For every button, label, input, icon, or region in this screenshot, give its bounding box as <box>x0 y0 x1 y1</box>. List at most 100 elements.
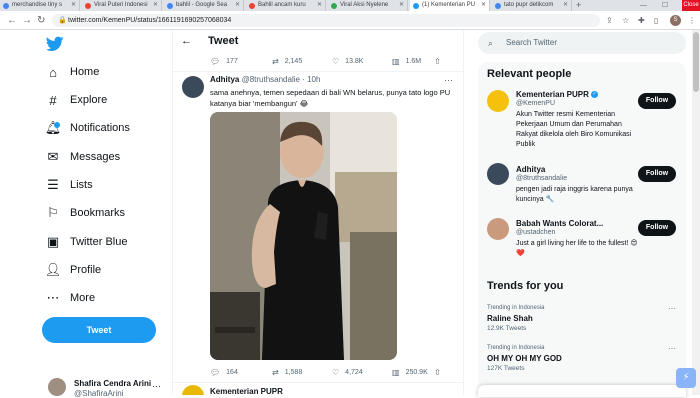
nav-label: Profile <box>70 264 102 276</box>
tab-close-icon[interactable]: ✕ <box>153 0 158 11</box>
follow-button[interactable]: Follow <box>638 93 676 109</box>
nav-home[interactable]: ⌂ Home <box>44 61 99 83</box>
forward-arrow-icon[interactable]: → <box>22 14 32 27</box>
nav-explore[interactable]: # Explore <box>44 89 107 111</box>
nav-more[interactable]: ⋯ More <box>44 287 96 309</box>
more-dots-icon[interactable]: ··· <box>668 304 676 313</box>
trend-name[interactable]: OH MY OH MY GOD <box>487 354 562 363</box>
trend-meta: Trending in Indonesia <box>487 345 545 351</box>
tab-favicon-icon <box>85 3 91 9</box>
tweet-photo[interactable] <box>210 112 397 360</box>
avatar[interactable] <box>182 385 204 395</box>
browser-tab[interactable]: Bahlil ancam kuru ✕ <box>246 0 326 11</box>
nav-notifications[interactable]: 🔔︎ Notifications <box>44 117 130 139</box>
like-button[interactable]: ♡ 4,724 <box>332 368 392 377</box>
person-bio: Akun Twitter resmi Kementerian Pekerjaan… <box>516 111 632 148</box>
maximize-icon[interactable]: ☐ <box>662 0 668 11</box>
reply-icon: 💬︎ <box>210 56 221 66</box>
nav-lists[interactable]: ☰ Lists <box>44 174 92 196</box>
avatar[interactable] <box>487 163 509 185</box>
person-handle: @8truthsandalie <box>516 175 568 182</box>
more-dots-icon[interactable]: ··· <box>152 381 161 391</box>
tab-close-icon[interactable]: ✕ <box>71 0 76 11</box>
back-arrow-icon[interactable]: ← <box>7 14 17 27</box>
lock-icon: 🔒 <box>58 17 67 24</box>
search-placeholder: Search Twitter <box>506 38 557 47</box>
person-name[interactable]: Kementerian PUPR ✓ <box>516 90 598 99</box>
tweet-author[interactable]: Adhitya @8truthsandalie · 10h <box>210 75 320 84</box>
nav-profile[interactable]: 👤︎ Profile <box>44 259 101 281</box>
sidebar-icon[interactable]: ▯ <box>654 15 658 26</box>
menu-kebab-icon[interactable]: ⋮ <box>688 15 696 26</box>
avatar[interactable] <box>487 218 509 240</box>
like-button[interactable]: ♡ 13.8K <box>332 57 392 66</box>
tab-close-icon[interactable]: ✕ <box>235 0 240 11</box>
views-button[interactable]: ▥ 1.6M <box>392 57 434 66</box>
star-icon[interactable]: ☆ <box>622 15 629 26</box>
retweet-button[interactable]: ⇄ 1,588 <box>272 368 332 377</box>
tab-close-icon[interactable]: ✕ <box>563 0 568 11</box>
window-close-button[interactable]: Close <box>682 0 700 11</box>
reply-button[interactable]: 💬︎ 177 <box>210 57 272 66</box>
scrollbar-thumb[interactable] <box>693 32 699 92</box>
floating-app-icon[interactable]: ⚡ <box>676 368 696 388</box>
tab-label: Bahlil ancam kuru <box>258 2 306 8</box>
search-input[interactable]: ⌕ Search Twitter <box>478 32 686 54</box>
nav-bookmarks[interactable]: ⚐ Bookmarks <box>44 202 125 224</box>
person-bio: pengen jadi raja inggris karena punya ku… <box>516 186 633 203</box>
heart-icon: ♡ <box>332 367 340 377</box>
person-name[interactable]: Adhitya <box>516 165 545 174</box>
share-icon[interactable]: ⇪ <box>606 15 613 26</box>
trend-count: 127K Tweets <box>487 365 525 372</box>
mail-icon: ✉ <box>47 149 59 164</box>
retweet-button[interactable]: ⇄ 2,145 <box>272 57 332 66</box>
nav-label: Home <box>70 66 100 78</box>
author-name: Adhitya <box>210 75 240 84</box>
browser-tab[interactable]: Viral Puteri Indonesi ✕ <box>82 0 162 11</box>
address-bar[interactable]: 🔒 twitter.com/KemenPU/status/16611916902… <box>52 14 600 27</box>
profile-avatar[interactable]: S <box>670 15 681 26</box>
minimize-icon[interactable]: — <box>640 0 647 11</box>
share-button[interactable]: ⇧ <box>434 368 447 377</box>
tab-close-icon[interactable]: ✕ <box>481 0 486 11</box>
views-count: 1.6M <box>405 57 422 65</box>
avatar[interactable] <box>487 90 509 112</box>
messages-drawer[interactable] <box>478 385 686 397</box>
share-button[interactable]: ⇧ <box>434 57 447 66</box>
left-sidebar: ⌂ Home # Explore 🔔︎ Notifications ✉ Messages… <box>0 30 172 398</box>
account-switcher[interactable]: Shafira Cendra Arini @ShafiraArini ··· <box>44 376 172 398</box>
follow-button[interactable]: Follow <box>638 166 676 182</box>
views-button[interactable]: ▥ 250.9K <box>392 368 434 377</box>
tweet-button[interactable]: Tweet <box>42 317 156 343</box>
browser-tab[interactable]: merchandise tiny s ✕ <box>0 0 80 11</box>
browser-tab-active[interactable]: (1) Kementerian PU ✕ <box>410 0 490 11</box>
page-title: Tweet <box>208 35 239 47</box>
like-count: 13.8K <box>345 57 364 65</box>
new-tab-icon[interactable]: + <box>576 0 581 11</box>
more-dots-icon[interactable]: ··· <box>444 75 453 85</box>
tab-close-icon[interactable]: ✕ <box>399 0 404 11</box>
reply-button[interactable]: 💬︎ 164 <box>210 368 272 377</box>
twitter-logo-icon[interactable] <box>45 36 64 52</box>
back-arrow-icon[interactable]: ← <box>181 35 192 47</box>
more-circle-icon: ⋯ <box>46 290 60 305</box>
browser-tab[interactable]: Viral Aksi Nyelene ✕ <box>328 0 408 11</box>
tab-close-icon[interactable]: ✕ <box>317 0 322 11</box>
avatar[interactable] <box>182 76 204 98</box>
nav-label: Messages <box>70 151 121 163</box>
retweet-count: 2,145 <box>284 57 303 65</box>
nav-twitter-blue[interactable]: ▣ Twitter Blue <box>44 231 128 253</box>
trend-meta: Trending in Indonesia <box>487 305 545 311</box>
reload-icon[interactable]: ↻ <box>37 14 45 27</box>
parent-tweet-actions: 💬︎ 177 ⇄ 2,145 ♡ 13.8K ▥ 1.6M ⇧ <box>210 54 447 68</box>
trend-name[interactable]: Raline Shah <box>487 314 533 323</box>
browser-tab[interactable]: bahlil - Google Sea ✕ <box>164 0 244 11</box>
next-tweet-author[interactable]: Kementerian PUPR <box>210 387 283 395</box>
notification-badge <box>54 122 60 128</box>
person-name[interactable]: Babah Wants Colorat... <box>516 219 603 228</box>
browser-tab[interactable]: tato pupr detikcom ✕ <box>492 0 572 11</box>
follow-button[interactable]: Follow <box>638 220 676 236</box>
extensions-icon[interactable]: ✚ <box>638 15 645 26</box>
more-dots-icon[interactable]: ··· <box>668 344 676 353</box>
nav-messages[interactable]: ✉ Messages <box>44 146 121 168</box>
